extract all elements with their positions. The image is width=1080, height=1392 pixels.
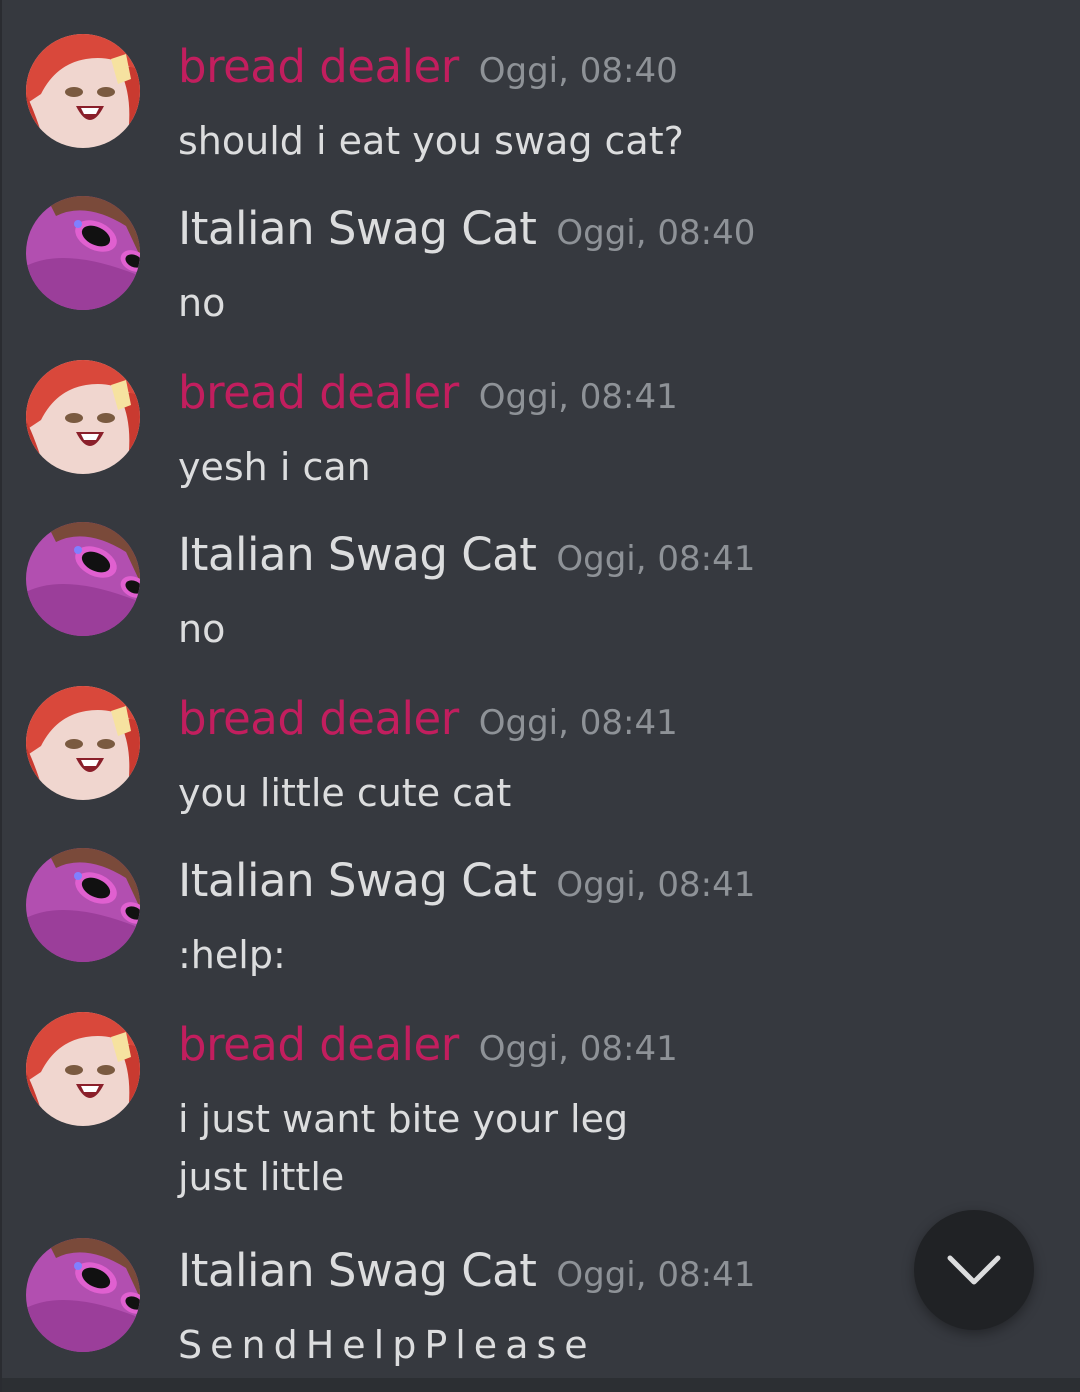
author-name[interactable]: bread dealer bbox=[178, 692, 459, 745]
avatar-italian-swag-cat[interactable] bbox=[26, 196, 140, 310]
chat-messages-area[interactable]: bread dealer Oggi, 08:40 should i eat you… bbox=[0, 0, 1080, 1392]
message-header: bread dealer Oggi, 08:41 bbox=[178, 1018, 678, 1071]
avatar-bread-dealer[interactable] bbox=[26, 360, 140, 474]
message-header: Italian Swag Cat Oggi, 08:41 bbox=[178, 528, 755, 581]
avatar-italian-swag-cat[interactable] bbox=[26, 848, 140, 962]
message-header: bread dealer Oggi, 08:41 bbox=[178, 692, 678, 745]
avatar-bread-dealer[interactable] bbox=[26, 686, 140, 800]
author-name[interactable]: Italian Swag Cat bbox=[178, 854, 537, 907]
author-name[interactable]: Italian Swag Cat bbox=[178, 528, 537, 581]
message-content: no bbox=[178, 607, 226, 651]
message-content: you little cute cat bbox=[178, 771, 512, 815]
message-header: Italian Swag Cat Oggi, 08:41 bbox=[178, 854, 755, 907]
message-content: :help: bbox=[178, 933, 286, 977]
message-timestamp: Oggi, 08:41 bbox=[478, 377, 678, 417]
message-content: no bbox=[178, 281, 226, 325]
message-timestamp: Oggi, 08:40 bbox=[556, 213, 756, 253]
message-content: should i eat you swag cat? bbox=[178, 119, 684, 163]
author-name[interactable]: bread dealer bbox=[178, 366, 459, 419]
message-content: SendHelpPlease bbox=[178, 1323, 596, 1367]
avatar-italian-swag-cat[interactable] bbox=[26, 1238, 140, 1352]
message-header: Italian Swag Cat Oggi, 08:40 bbox=[178, 202, 755, 255]
message-timestamp: Oggi, 08:41 bbox=[556, 1255, 756, 1295]
message-header: bread dealer Oggi, 08:40 bbox=[178, 40, 678, 93]
avatar-italian-swag-cat[interactable] bbox=[26, 522, 140, 636]
message-timestamp: Oggi, 08:41 bbox=[478, 1029, 678, 1069]
bottom-edge-bar bbox=[2, 1378, 1080, 1392]
message-timestamp: Oggi, 08:41 bbox=[556, 539, 756, 579]
message-timestamp: Oggi, 08:41 bbox=[556, 865, 756, 905]
message-header: Italian Swag Cat Oggi, 08:41 bbox=[178, 1244, 755, 1297]
author-name[interactable]: Italian Swag Cat bbox=[178, 202, 537, 255]
author-name[interactable]: bread dealer bbox=[178, 1018, 459, 1071]
message-header: bread dealer Oggi, 08:41 bbox=[178, 366, 678, 419]
message-timestamp: Oggi, 08:41 bbox=[478, 703, 678, 743]
author-name[interactable]: bread dealer bbox=[178, 40, 459, 93]
avatar-bread-dealer[interactable] bbox=[26, 1012, 140, 1126]
author-name[interactable]: Italian Swag Cat bbox=[178, 1244, 537, 1297]
message-content: i just want bite your leg just little bbox=[178, 1097, 629, 1199]
scroll-to-bottom-button[interactable] bbox=[914, 1210, 1034, 1330]
chevron-down-icon bbox=[947, 1255, 1001, 1285]
message-timestamp: Oggi, 08:40 bbox=[478, 51, 678, 91]
avatar-bread-dealer[interactable] bbox=[26, 34, 140, 148]
message-content: yesh i can bbox=[178, 445, 371, 489]
